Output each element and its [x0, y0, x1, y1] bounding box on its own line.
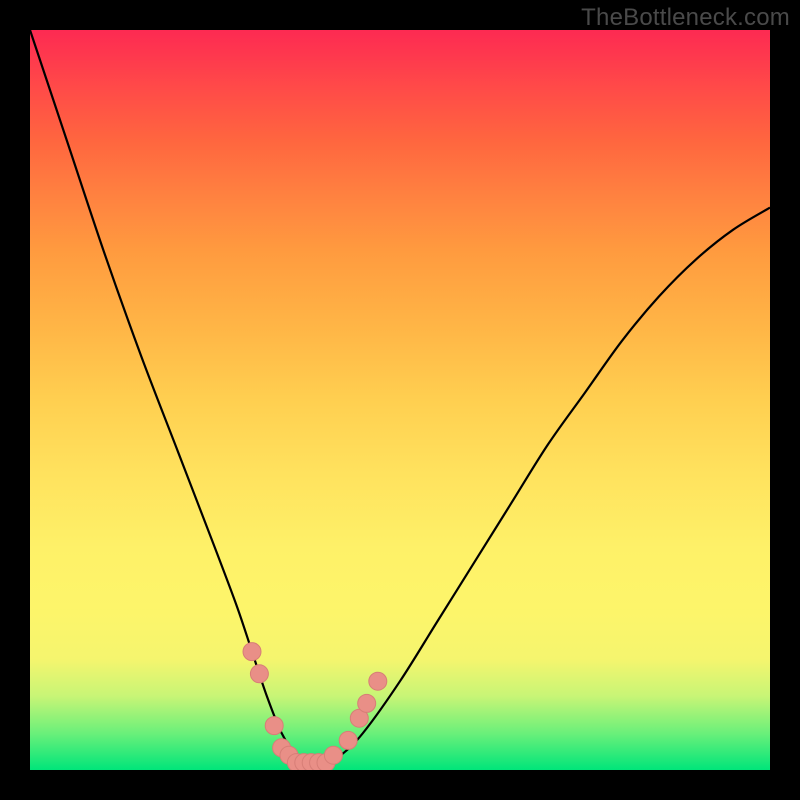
chart-plot-area — [30, 30, 770, 770]
curve-marker — [265, 717, 283, 735]
curve-markers — [243, 643, 387, 770]
watermark-text: TheBottleneck.com — [581, 4, 790, 32]
chart-svg — [30, 30, 770, 770]
curve-marker — [243, 643, 261, 661]
curve-marker — [324, 746, 342, 764]
curve-marker — [339, 731, 357, 749]
curve-marker — [369, 672, 387, 690]
chart-frame: TheBottleneck.com — [0, 0, 800, 800]
curve-marker — [358, 694, 376, 712]
curve-marker — [250, 665, 268, 683]
bottleneck-curve-line — [30, 30, 770, 764]
